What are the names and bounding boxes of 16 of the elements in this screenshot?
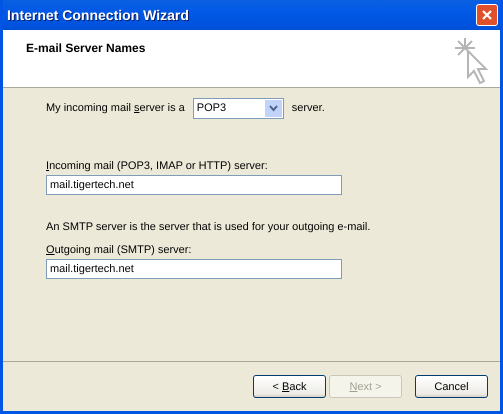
server-suffix-label: server. <box>292 102 325 114</box>
close-icon <box>481 9 493 21</box>
incoming-server-field[interactable]: mail.tigertech.net <box>46 175 342 195</box>
chevron-down-icon <box>268 104 278 112</box>
outgoing-server-field[interactable]: mail.tigertech.net <box>46 259 342 279</box>
smtp-note: An SMTP server is the server that is used for your outgoing e-mail. <box>46 221 372 233</box>
page-heading: E-mail Server Names <box>26 41 146 57</box>
incoming-server-label: Incoming mail (POP3, IMAP or HTTP) server: <box>46 160 269 172</box>
back-button[interactable]: < Back <box>253 375 326 398</box>
window-title: Internet Connection Wizard <box>7 7 189 23</box>
cancel-button[interactable]: Cancel <box>415 375 488 398</box>
close-button[interactable] <box>476 4 498 26</box>
dropdown-button[interactable] <box>264 100 282 116</box>
server-type-dropdown[interactable]: POP3 <box>192 98 284 118</box>
outgoing-server-label: Outgoing mail (SMTP) server: <box>46 244 192 256</box>
server-type-label: My incoming mail server is a <box>46 102 185 114</box>
